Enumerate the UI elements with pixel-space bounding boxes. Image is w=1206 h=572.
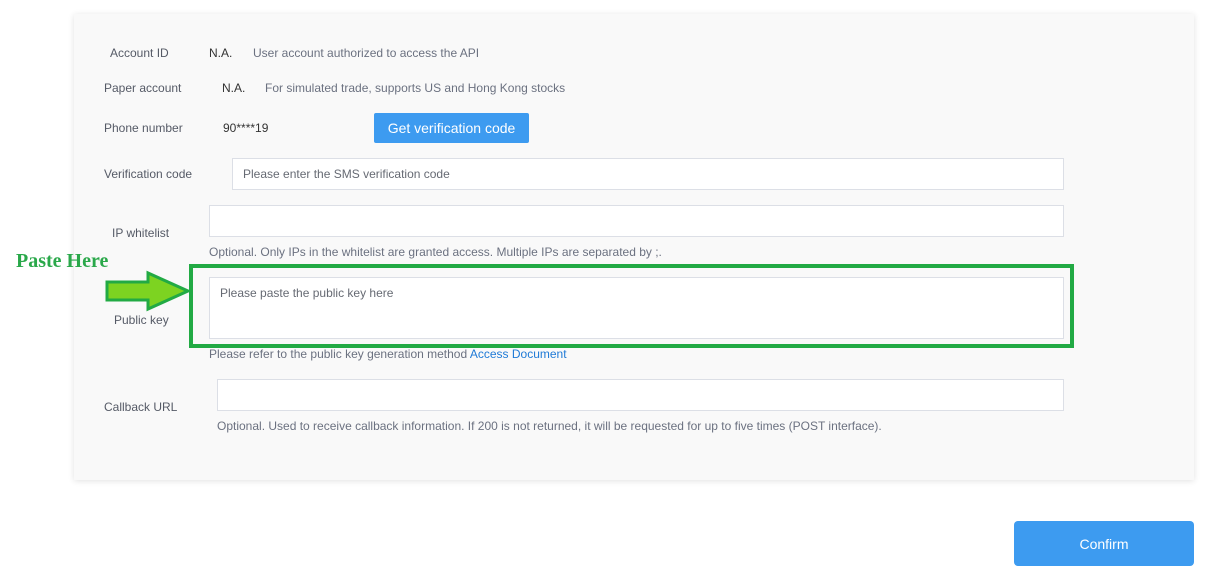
paste-here-highlight-box [189,264,1074,348]
callback-url-input[interactable] [217,379,1064,411]
ip-whitelist-input[interactable] [209,205,1064,237]
public-key-hint: Please refer to the public key generatio… [209,347,567,361]
public-key-label: Public key [114,313,169,327]
access-document-link[interactable]: Access Document [470,347,567,361]
account-id-description: User account authorized to access the AP… [253,46,480,60]
paste-here-annotation: Paste Here [16,250,109,272]
ip-whitelist-label: IP whitelist [112,226,170,240]
ip-whitelist-hint: Optional. Only IPs in the whitelist are … [209,245,662,259]
callback-url-hint: Optional. Used to receive callback infor… [217,419,882,433]
verification-code-input[interactable] [232,158,1064,190]
account-id-label: Account ID [110,46,169,60]
public-key-hint-text: Please refer to the public key generatio… [209,347,468,361]
phone-number-label: Phone number [104,121,183,135]
callback-url-label: Callback URL [104,400,178,414]
get-verification-code-button[interactable]: Get verification code [374,113,529,143]
phone-number-value: 90****19 [223,121,269,135]
paper-account-value: N.A. [222,81,246,95]
verification-code-label: Verification code [104,167,193,181]
arrow-right-icon [105,270,192,312]
account-id-value: N.A. [209,46,233,60]
paper-account-label: Paper account [104,81,182,95]
confirm-button[interactable]: Confirm [1014,521,1194,566]
paper-account-description: For simulated trade, supports US and Hon… [265,81,566,95]
